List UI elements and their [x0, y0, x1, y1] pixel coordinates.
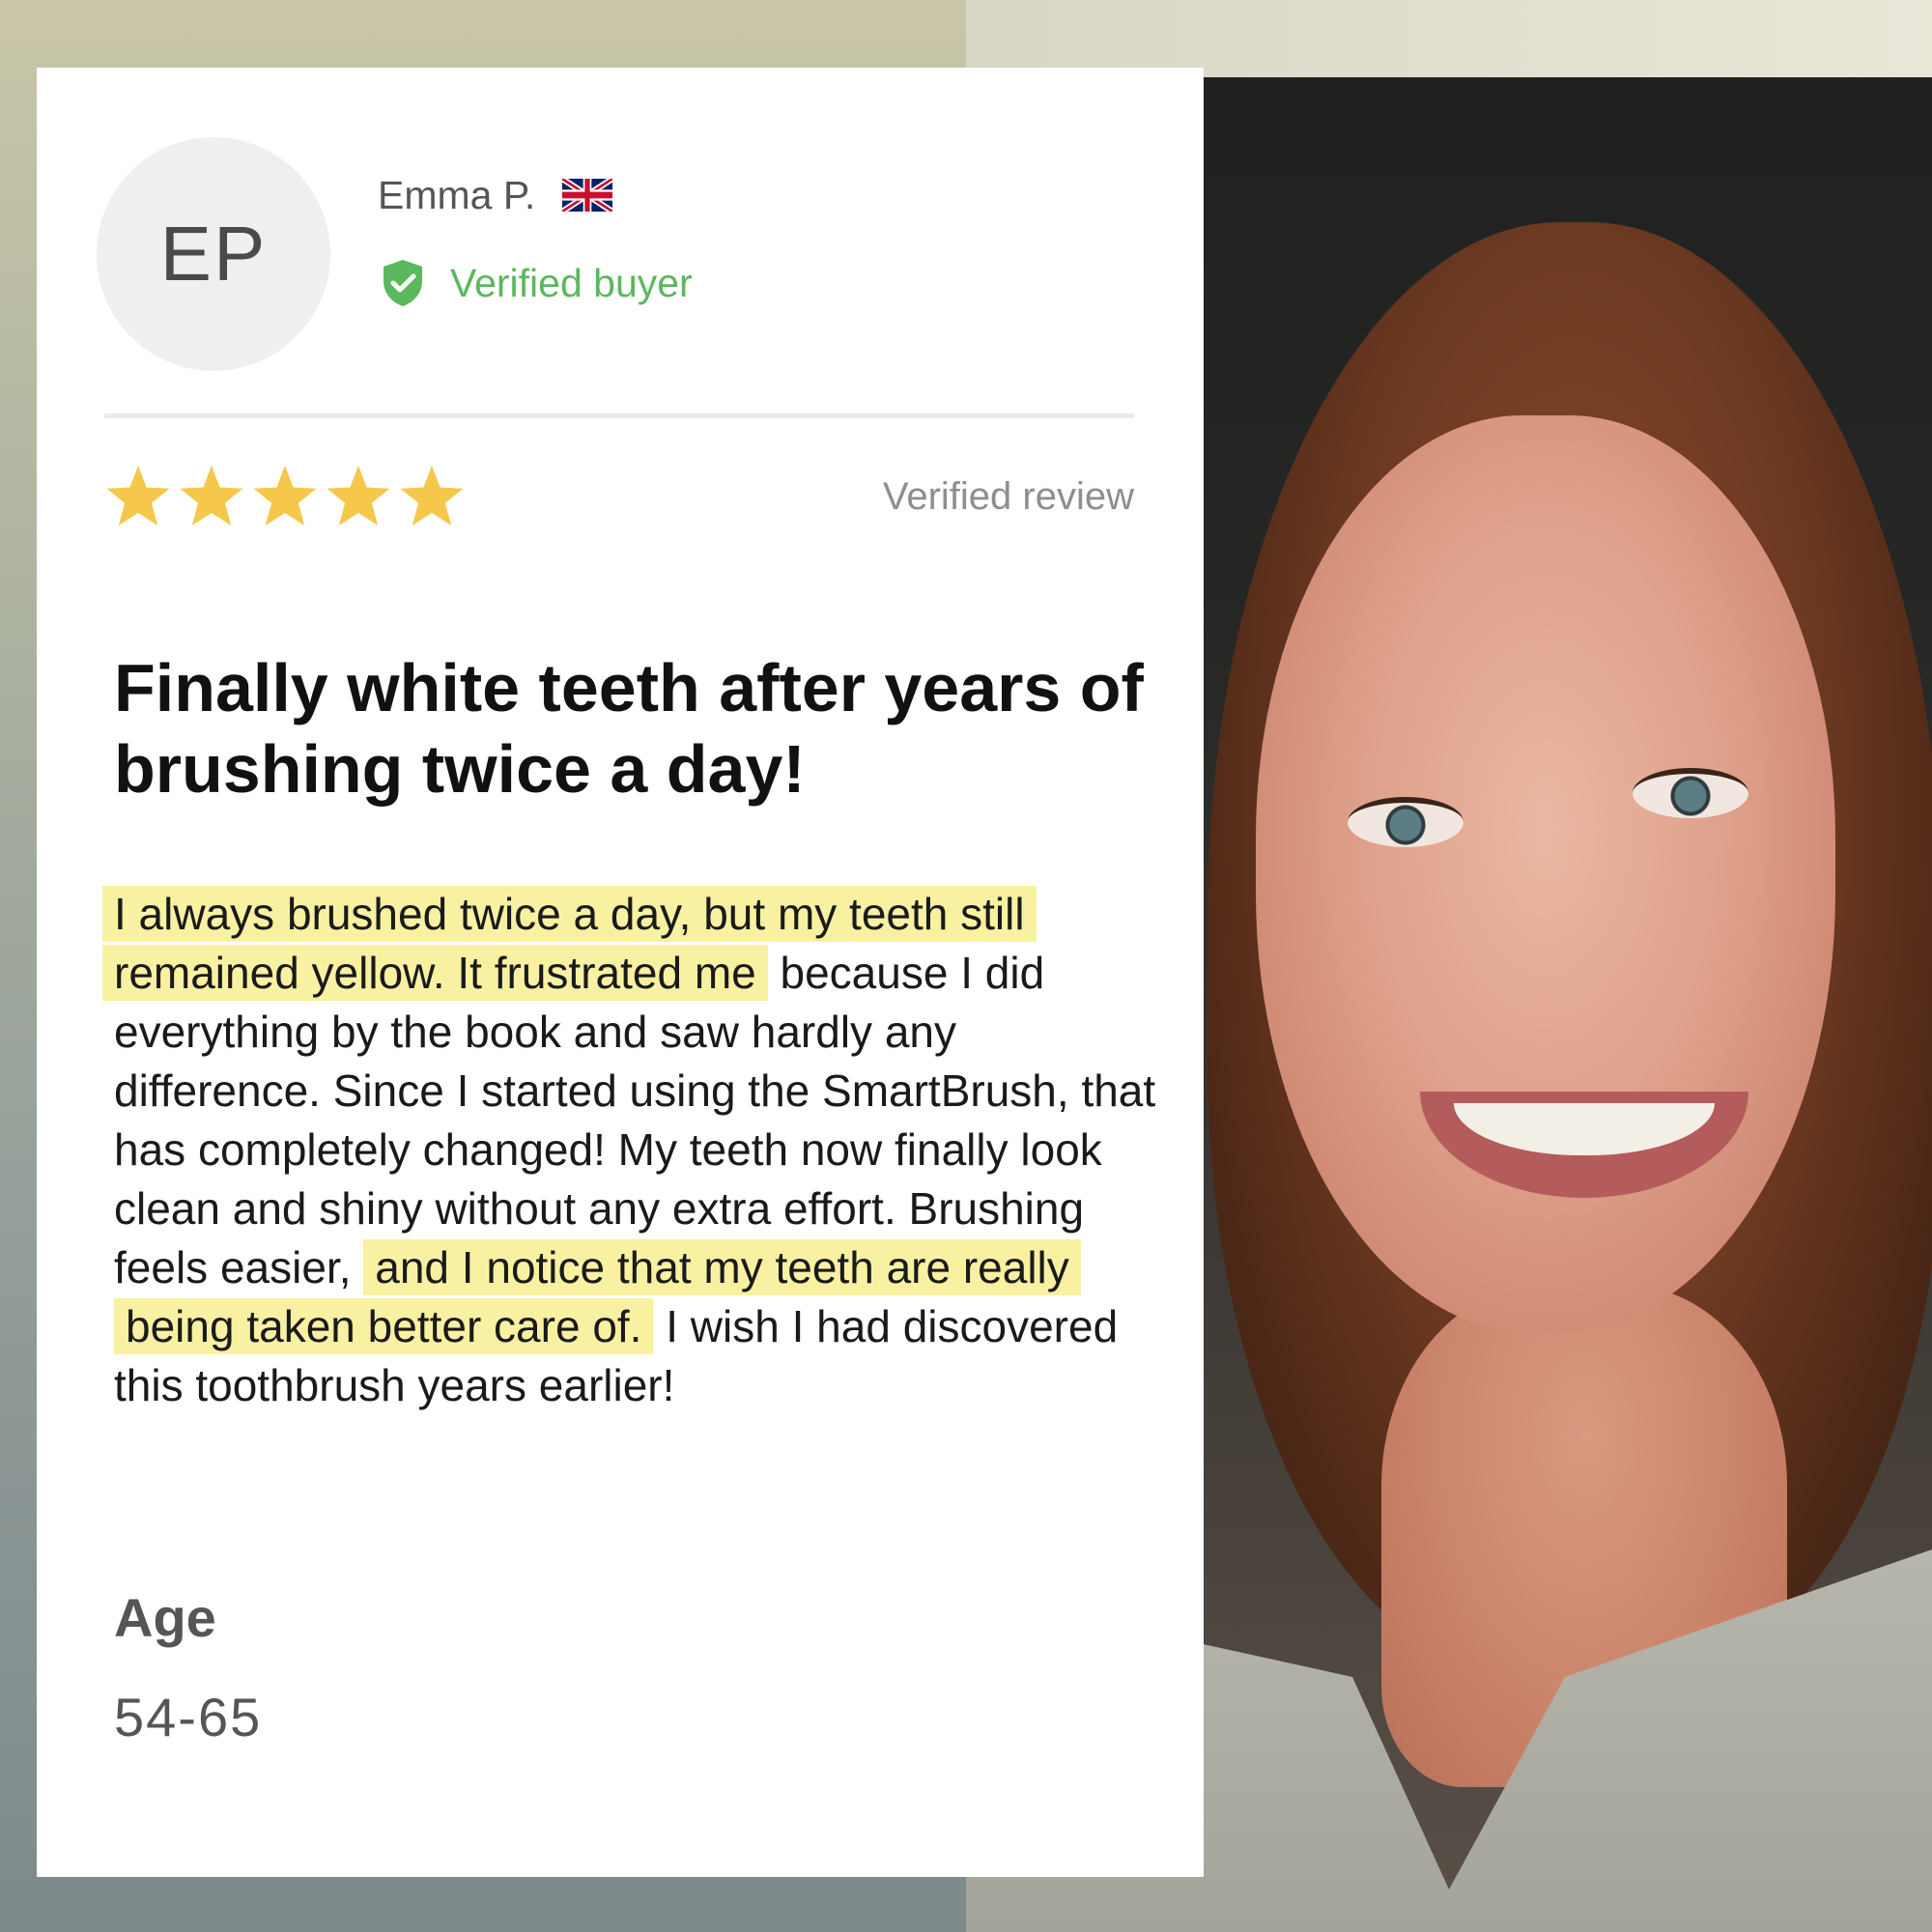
- star-icon: [253, 466, 317, 526]
- verified-review-label: Verified review: [882, 475, 1134, 518]
- uk-flag-icon: [562, 179, 613, 212]
- photo-face: [1256, 415, 1835, 1333]
- avatar-initials: EP: [159, 211, 268, 297]
- star-icon: [180, 466, 243, 526]
- photo-left-eye: [1348, 797, 1463, 847]
- reviewer-name-row: Emma P.: [378, 166, 613, 224]
- avatar: EP: [97, 137, 330, 371]
- review-card: EP Emma P. Verified buyer Verified revie…: [37, 68, 1204, 1877]
- star-icon: [400, 466, 464, 526]
- star-rating: [104, 464, 466, 527]
- review-title: Finally white teeth after years of brush…: [114, 650, 1144, 807]
- star-icon: [327, 466, 390, 526]
- divider: [104, 413, 1134, 418]
- reviewer-name: Emma P.: [378, 172, 536, 217]
- verified-buyer-badge: Verified buyer: [381, 249, 693, 317]
- verified-buyer-label: Verified buyer: [450, 260, 693, 305]
- photo-background: [966, 0, 1932, 77]
- shield-check-icon: [384, 260, 422, 306]
- photo-right-eye: [1633, 768, 1748, 818]
- age-value: 54-65: [114, 1687, 263, 1747]
- review-body: I always brushed twice a day, but my tee…: [102, 885, 1157, 1415]
- age-label: Age: [114, 1587, 216, 1648]
- star-icon: [106, 466, 170, 526]
